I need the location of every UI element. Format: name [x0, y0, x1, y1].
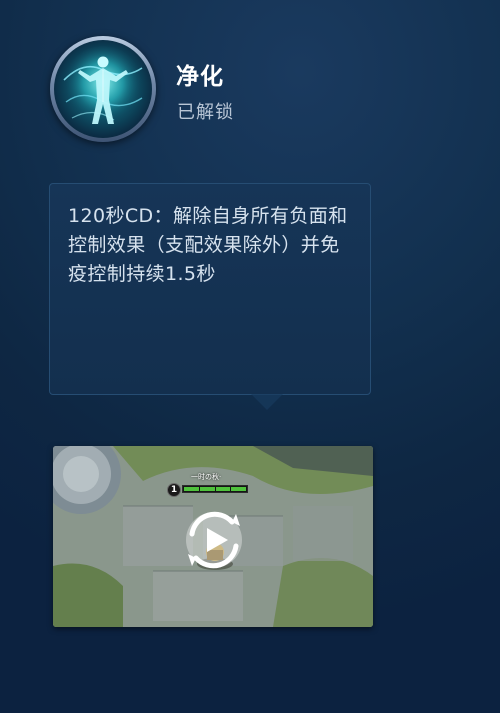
health-segment [199, 487, 215, 491]
hud-health-bar [182, 485, 248, 493]
skill-description: 120秒CD：解除自身所有负面和控制效果（支配效果除外）并免疫控制持续1.5秒 [68, 205, 348, 285]
play-button[interactable] [178, 504, 250, 576]
unlock-status: 已解锁 [177, 102, 234, 123]
hud-level-badge: 1 [167, 483, 181, 497]
play-icon [186, 511, 242, 569]
health-segment [184, 487, 199, 491]
skill-video-preview[interactable]: 一时の秋· 1 [53, 446, 373, 627]
skill-icon [50, 36, 156, 142]
health-segment [231, 487, 246, 491]
health-segment [215, 487, 231, 491]
hero-hud: 一时の秋· 1 [167, 472, 251, 500]
skill-name: 净化 [176, 64, 224, 90]
description-panel: 120秒CD：解除自身所有负面和控制效果（支配效果除外）并免疫控制持续1.5秒 [49, 183, 371, 395]
purify-spirit-icon [54, 40, 152, 138]
hud-player-name: 一时の秋· [191, 473, 222, 481]
panel-pointer [251, 394, 283, 410]
